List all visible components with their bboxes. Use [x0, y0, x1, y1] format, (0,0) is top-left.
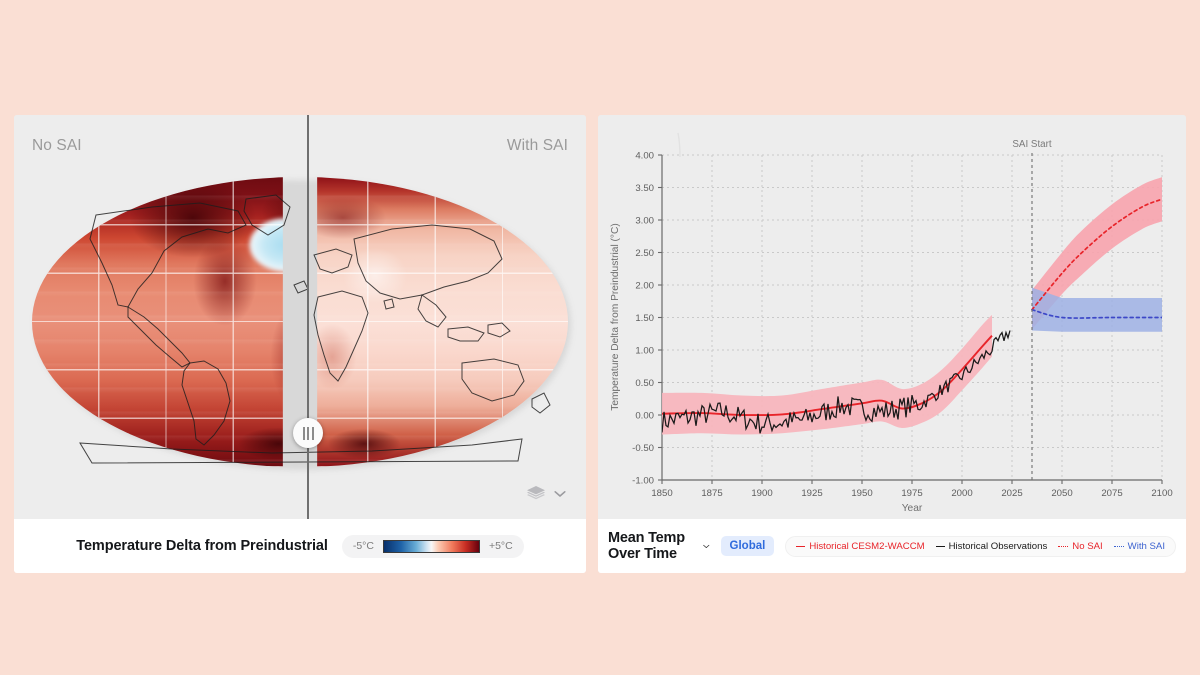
y-tick-label: 1.00	[635, 345, 654, 356]
chevron-down-icon[interactable]	[703, 543, 710, 550]
layers-icon[interactable]	[526, 485, 546, 503]
x-tick-label: 1900	[751, 488, 772, 499]
swipe-drag-handle[interactable]	[293, 418, 323, 448]
temperature-timeseries-chart[interactable]: SAI Start -1.00 -0.50 0.00 0.50 1.00 1.50 2.00…	[598, 115, 1186, 519]
y-tick-label: -0.50	[632, 443, 654, 454]
y-tick-label: 3.00	[635, 215, 654, 226]
scope-badge-global[interactable]: Global	[720, 536, 775, 556]
y-tick-label: 3.50	[635, 183, 654, 194]
map-comparison-panel: No SAI With SAI Temperature Delta from P…	[14, 115, 586, 573]
x-tick-label: 2050	[1051, 488, 1072, 499]
x-tick-label: 1975	[901, 488, 922, 499]
legend-swatch-line	[796, 545, 806, 547]
x-tick-label: 2100	[1151, 488, 1172, 499]
legend-label: No SAI	[1072, 540, 1103, 552]
drag-handle-icon	[307, 426, 309, 440]
colorbar-max-label: +5°C	[488, 540, 513, 552]
legend-swatch-line	[1113, 545, 1124, 547]
legend-label: With SAI	[1127, 540, 1165, 552]
scenario-label-no-sai: No SAI	[32, 137, 82, 154]
swipe-divider-line	[307, 115, 309, 519]
x-axis-title: Year	[902, 503, 923, 514]
x-tick-label: 2075	[1101, 488, 1122, 499]
legend-label: Historical Observations	[948, 540, 1048, 552]
chart-metric-menu[interactable]: Mean Temp Over Time	[608, 530, 710, 562]
scenario-label-with-sai: With SAI	[506, 137, 568, 154]
x-tick-label: 2025	[1001, 488, 1022, 499]
x-tick-label: 1925	[801, 488, 822, 499]
chart-plot-area[interactable]: SAI Start -1.00 -0.50 0.00 0.50 1.00 1.50 2.00…	[598, 115, 1186, 519]
legend-label: Historical CESM2-WACCM	[809, 540, 925, 552]
y-tick-label: 2.50	[635, 248, 654, 259]
y-axis-title: Temperature Delta from Preindustrial (°C…	[610, 223, 621, 411]
map-legend-bar: Temperature Delta from Preindustrial -5°…	[14, 519, 586, 573]
sai-start-label: SAI Start	[1012, 139, 1051, 150]
chevron-down-icon[interactable]	[554, 490, 566, 498]
drag-handle-icon	[311, 426, 314, 440]
chart-bottom-bar: Mean Temp Over Time Global Historical CE…	[598, 519, 1186, 573]
x-tick-label: 2000	[951, 488, 972, 499]
chart-menu-title: Mean Temp Over Time	[608, 530, 685, 562]
map-viewport[interactable]: No SAI With SAI	[14, 115, 586, 519]
y-tick-label: 2.00	[635, 280, 654, 291]
map-legend-title: Temperature Delta from Preindustrial	[76, 538, 328, 554]
legend-item-historical-cesm2-waccm[interactable]: Historical CESM2-WACCM	[796, 540, 925, 552]
app-root: No SAI With SAI Temperature Delta from P…	[0, 0, 1200, 675]
y-tick-label: -1.00	[632, 475, 654, 486]
layers-control[interactable]	[526, 485, 566, 503]
x-tick-label: 1950	[851, 488, 872, 499]
legend-swatch-line	[1058, 545, 1069, 547]
legend-item-with-sai[interactable]: With SAI	[1113, 540, 1165, 552]
legend-swatch-line	[935, 545, 945, 547]
legend-item-historical-observations[interactable]: Historical Observations	[935, 540, 1048, 552]
x-tick-label: 1850	[651, 488, 672, 499]
legend-item-no-sai[interactable]: No SAI	[1058, 540, 1103, 552]
y-tick-label: 1.50	[635, 313, 654, 324]
chart-legend: Historical CESM2-WACCM Historical Observ…	[785, 535, 1176, 557]
x-tick-label: 1875	[701, 488, 722, 499]
y-tick-label: 0.00	[635, 410, 654, 421]
colorbar-gradient	[382, 539, 480, 553]
colorbar-min-label: -5°C	[352, 540, 374, 552]
timeseries-chart-panel: SAI Start -1.00 -0.50 0.00 0.50 1.00 1.50 2.00…	[598, 115, 1186, 573]
y-tick-label: 4.00	[635, 150, 654, 161]
colorbar-legend: -5°C +5°C	[341, 534, 524, 558]
drag-handle-icon	[302, 426, 305, 440]
y-tick-label: 0.50	[635, 378, 654, 389]
